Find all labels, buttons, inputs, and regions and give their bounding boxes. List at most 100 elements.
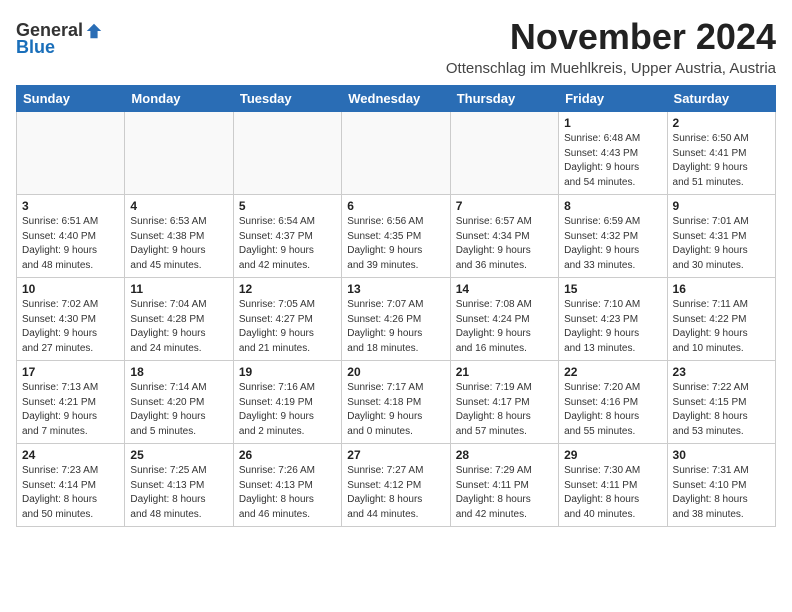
calendar-body: 1Sunrise: 6:48 AM Sunset: 4:43 PM Daylig… bbox=[17, 112, 776, 527]
day-info: Sunrise: 7:29 AM Sunset: 4:11 PM Dayligh… bbox=[456, 464, 553, 522]
weekday-header-friday: Friday bbox=[559, 86, 667, 112]
day-info: Sunrise: 7:19 AM Sunset: 4:17 PM Dayligh… bbox=[456, 381, 553, 439]
calendar-cell: 21 Sunrise: 7:19 AM Sunset: 4:17 PM Dayli… bbox=[450, 361, 558, 444]
day-number: 29 bbox=[564, 448, 661, 462]
day-number: 20 bbox=[347, 365, 444, 379]
day-number: 8 bbox=[564, 199, 661, 213]
day-number: 10 bbox=[22, 282, 119, 296]
day-info: Sunrise: 7:01 AM Sunset: 4:31 PM Dayligh… bbox=[673, 215, 770, 273]
day-number: 22 bbox=[564, 365, 661, 379]
weekday-header-monday: Monday bbox=[125, 86, 233, 112]
calendar-cell: 24Sunrise: 7:23 AM Sunset: 4:14 PM Dayli… bbox=[17, 444, 125, 527]
weekday-header-wednesday: Wednesday bbox=[342, 86, 450, 112]
calendar-cell: 28 Sunrise: 7:29 AM Sunset: 4:11 PM Dayli… bbox=[450, 444, 558, 527]
calendar-cell bbox=[125, 112, 233, 195]
calendar-cell: 17 Sunrise: 7:13 AM Sunset: 4:21 PM Dayli… bbox=[17, 361, 125, 444]
calendar-week-5: 24Sunrise: 7:23 AM Sunset: 4:14 PM Dayli… bbox=[17, 444, 776, 527]
calendar-cell: 22Sunrise: 7:20 AM Sunset: 4:16 PM Dayli… bbox=[559, 361, 667, 444]
calendar-cell: 30 Sunrise: 7:31 AM Sunset: 4:10 PM Dayli… bbox=[667, 444, 775, 527]
day-info: Sunrise: 7:31 AM Sunset: 4:10 PM Dayligh… bbox=[673, 464, 770, 522]
calendar-cell: 25 Sunrise: 7:25 AM Sunset: 4:13 PM Dayli… bbox=[125, 444, 233, 527]
logo: General Blue bbox=[16, 20, 103, 58]
day-info: Sunrise: 6:50 AM Sunset: 4:41 PM Dayligh… bbox=[673, 132, 770, 190]
calendar-cell: 6 Sunrise: 6:56 AM Sunset: 4:35 PM Daylig… bbox=[342, 195, 450, 278]
calendar-cell bbox=[233, 112, 341, 195]
calendar-cell: 9 Sunrise: 7:01 AM Sunset: 4:31 PM Daylig… bbox=[667, 195, 775, 278]
day-number: 16 bbox=[673, 282, 770, 296]
day-number: 2 bbox=[673, 116, 770, 130]
calendar-cell: 18 Sunrise: 7:14 AM Sunset: 4:20 PM Dayli… bbox=[125, 361, 233, 444]
day-number: 17 bbox=[22, 365, 119, 379]
day-number: 4 bbox=[130, 199, 227, 213]
day-info: Sunrise: 7:04 AM Sunset: 4:28 PM Dayligh… bbox=[130, 298, 227, 356]
day-info: Sunrise: 7:10 AM Sunset: 4:23 PM Dayligh… bbox=[564, 298, 661, 356]
calendar-cell: 7 Sunrise: 6:57 AM Sunset: 4:34 PM Daylig… bbox=[450, 195, 558, 278]
logo-icon bbox=[85, 22, 103, 40]
day-number: 26 bbox=[239, 448, 336, 462]
calendar-cell: 19Sunrise: 7:16 AM Sunset: 4:19 PM Dayli… bbox=[233, 361, 341, 444]
calendar-cell: 12Sunrise: 7:05 AM Sunset: 4:27 PM Dayli… bbox=[233, 278, 341, 361]
day-number: 14 bbox=[456, 282, 553, 296]
day-number: 19 bbox=[239, 365, 336, 379]
day-info: Sunrise: 7:22 AM Sunset: 4:15 PM Dayligh… bbox=[673, 381, 770, 439]
day-info: Sunrise: 7:17 AM Sunset: 4:18 PM Dayligh… bbox=[347, 381, 444, 439]
month-title: November 2024 bbox=[446, 16, 776, 58]
day-info: Sunrise: 7:13 AM Sunset: 4:21 PM Dayligh… bbox=[22, 381, 119, 439]
day-number: 27 bbox=[347, 448, 444, 462]
calendar-week-4: 17 Sunrise: 7:13 AM Sunset: 4:21 PM Dayli… bbox=[17, 361, 776, 444]
day-number: 30 bbox=[673, 448, 770, 462]
calendar-cell: 27 Sunrise: 7:27 AM Sunset: 4:12 PM Dayli… bbox=[342, 444, 450, 527]
day-info: Sunrise: 7:07 AM Sunset: 4:26 PM Dayligh… bbox=[347, 298, 444, 356]
day-number: 13 bbox=[347, 282, 444, 296]
calendar-cell: 23 Sunrise: 7:22 AM Sunset: 4:15 PM Dayli… bbox=[667, 361, 775, 444]
calendar-cell: 5Sunrise: 6:54 AM Sunset: 4:37 PM Daylig… bbox=[233, 195, 341, 278]
day-number: 6 bbox=[347, 199, 444, 213]
calendar-cell: 2 Sunrise: 6:50 AM Sunset: 4:41 PM Daylig… bbox=[667, 112, 775, 195]
calendar-cell: 11 Sunrise: 7:04 AM Sunset: 4:28 PM Dayli… bbox=[125, 278, 233, 361]
day-info: Sunrise: 7:02 AM Sunset: 4:30 PM Dayligh… bbox=[22, 298, 119, 356]
day-info: Sunrise: 7:27 AM Sunset: 4:12 PM Dayligh… bbox=[347, 464, 444, 522]
weekday-header-tuesday: Tuesday bbox=[233, 86, 341, 112]
day-number: 18 bbox=[130, 365, 227, 379]
weekday-header-saturday: Saturday bbox=[667, 86, 775, 112]
calendar-cell: 16 Sunrise: 7:11 AM Sunset: 4:22 PM Dayli… bbox=[667, 278, 775, 361]
calendar-cell: 1Sunrise: 6:48 AM Sunset: 4:43 PM Daylig… bbox=[559, 112, 667, 195]
day-number: 9 bbox=[673, 199, 770, 213]
calendar-cell: 20 Sunrise: 7:17 AM Sunset: 4:18 PM Dayli… bbox=[342, 361, 450, 444]
calendar-cell bbox=[17, 112, 125, 195]
day-number: 21 bbox=[456, 365, 553, 379]
day-info: Sunrise: 7:25 AM Sunset: 4:13 PM Dayligh… bbox=[130, 464, 227, 522]
logo-blue-text: Blue bbox=[16, 37, 55, 58]
calendar-cell: 29 Sunrise: 7:30 AM Sunset: 4:11 PM Dayli… bbox=[559, 444, 667, 527]
calendar-cell bbox=[342, 112, 450, 195]
calendar-cell: 13 Sunrise: 7:07 AM Sunset: 4:26 PM Dayli… bbox=[342, 278, 450, 361]
day-number: 7 bbox=[456, 199, 553, 213]
calendar-table: SundayMondayTuesdayWednesdayThursdayFrid… bbox=[16, 85, 776, 527]
day-info: Sunrise: 7:11 AM Sunset: 4:22 PM Dayligh… bbox=[673, 298, 770, 356]
day-number: 24 bbox=[22, 448, 119, 462]
day-info: Sunrise: 6:48 AM Sunset: 4:43 PM Dayligh… bbox=[564, 132, 661, 190]
day-number: 11 bbox=[130, 282, 227, 296]
day-info: Sunrise: 7:05 AM Sunset: 4:27 PM Dayligh… bbox=[239, 298, 336, 356]
day-info: Sunrise: 6:53 AM Sunset: 4:38 PM Dayligh… bbox=[130, 215, 227, 273]
day-info: Sunrise: 7:14 AM Sunset: 4:20 PM Dayligh… bbox=[130, 381, 227, 439]
day-number: 28 bbox=[456, 448, 553, 462]
weekday-header-sunday: Sunday bbox=[17, 86, 125, 112]
day-number: 25 bbox=[130, 448, 227, 462]
day-info: Sunrise: 7:08 AM Sunset: 4:24 PM Dayligh… bbox=[456, 298, 553, 356]
weekday-header-thursday: Thursday bbox=[450, 86, 558, 112]
day-number: 23 bbox=[673, 365, 770, 379]
calendar-week-2: 3Sunrise: 6:51 AM Sunset: 4:40 PM Daylig… bbox=[17, 195, 776, 278]
day-number: 5 bbox=[239, 199, 336, 213]
calendar-cell: 14 Sunrise: 7:08 AM Sunset: 4:24 PM Dayli… bbox=[450, 278, 558, 361]
calendar-cell: 3Sunrise: 6:51 AM Sunset: 4:40 PM Daylig… bbox=[17, 195, 125, 278]
calendar-cell bbox=[450, 112, 558, 195]
day-info: Sunrise: 7:30 AM Sunset: 4:11 PM Dayligh… bbox=[564, 464, 661, 522]
day-info: Sunrise: 6:56 AM Sunset: 4:35 PM Dayligh… bbox=[347, 215, 444, 273]
location: Ottenschlag im Muehlkreis, Upper Austria… bbox=[446, 60, 776, 77]
weekday-header-row: SundayMondayTuesdayWednesdayThursdayFrid… bbox=[17, 86, 776, 112]
calendar-week-1: 1Sunrise: 6:48 AM Sunset: 4:43 PM Daylig… bbox=[17, 112, 776, 195]
calendar-cell: 8Sunrise: 6:59 AM Sunset: 4:32 PM Daylig… bbox=[559, 195, 667, 278]
day-info: Sunrise: 6:51 AM Sunset: 4:40 PM Dayligh… bbox=[22, 215, 119, 273]
day-info: Sunrise: 6:57 AM Sunset: 4:34 PM Dayligh… bbox=[456, 215, 553, 273]
